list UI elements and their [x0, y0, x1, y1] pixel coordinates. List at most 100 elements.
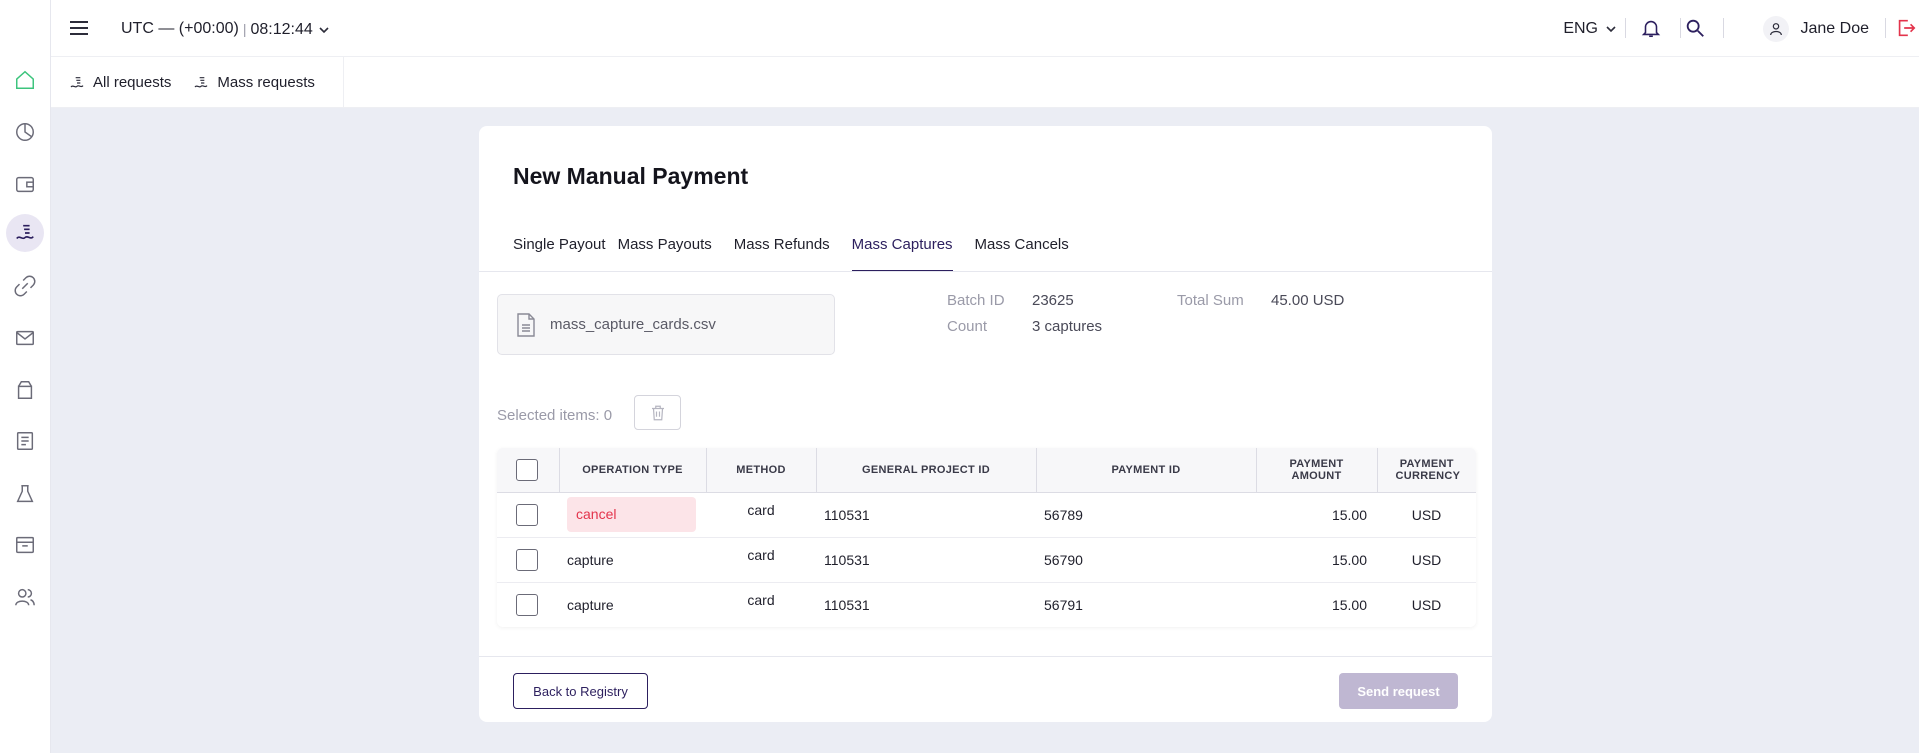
timezone-label: UTC — (+00:00) — [121, 19, 239, 37]
mass-requests-label: Mass requests — [217, 74, 315, 91]
file-icon — [517, 312, 535, 337]
row-select-cell — [497, 537, 559, 583]
col-operation-type[interactable]: OPERATION TYPE — [559, 448, 707, 493]
row-select-cell — [497, 582, 559, 627]
payment-currency-cell: USD — [1377, 492, 1476, 538]
language-selector[interactable]: ENG — [1563, 20, 1618, 38]
clock-time: 08:12:44 — [250, 21, 313, 38]
mass-requests-link[interactable]: Mass requests — [193, 74, 315, 91]
table-row[interactable]: cancel card 110531 56789 15.00 USD — [497, 492, 1476, 538]
avatar — [1762, 16, 1789, 42]
chevron-down-icon — [319, 26, 329, 33]
user-icon — [1769, 23, 1782, 36]
general-project-id-cell: 110531 — [824, 596, 870, 613]
top-bar: UTC — (+00:00) | 08:12:44 ENG Jane Doe — [51, 0, 1919, 57]
clock-separator: | — [242, 20, 247, 37]
payment-id-cell: 56789 — [1036, 492, 1256, 538]
tab-mass-refunds[interactable]: Mass Refunds — [734, 236, 830, 272]
general-project-id-cell: 110531 — [816, 537, 1036, 583]
col-payment-id[interactable]: PAYMENT ID — [1036, 448, 1257, 493]
sidebar-item-reports[interactable] — [6, 422, 44, 460]
total-sum: 45.00 USD — [1271, 292, 1345, 309]
method-cell: card — [706, 537, 816, 583]
col-general-project-id[interactable]: GENERAL PROJECT ID — [816, 448, 1037, 493]
sidebar-item-analytics[interactable] — [6, 113, 44, 151]
search-icon[interactable] — [1684, 17, 1706, 39]
tab-mass-captures[interactable]: Mass Captures — [851, 236, 953, 272]
send-request-button[interactable]: Send request — [1339, 673, 1458, 709]
operation-type-cell: cancel — [559, 492, 706, 538]
home-icon — [16, 70, 34, 89]
tab-mass-cancels[interactable]: Mass Cancels — [975, 236, 1069, 272]
payment-currency-cell: USD — [1377, 537, 1476, 583]
count: 3 captures — [1032, 318, 1103, 335]
select-all-cell — [497, 448, 560, 493]
row-select-cell — [497, 492, 559, 538]
selected-items-count: Selected items: 0 — [497, 407, 613, 424]
divider — [1723, 18, 1724, 38]
sidebar-item-payouts[interactable] — [6, 214, 44, 252]
batch-id-value: 23625 — [1032, 292, 1074, 309]
sidebar-item-lab[interactable] — [6, 475, 44, 513]
operation-type-cell: capture — [559, 537, 706, 583]
bell-icon[interactable] — [1640, 17, 1662, 39]
batch-id-key: Batch ID — [947, 292, 1005, 309]
all-requests-link[interactable]: All requests — [69, 74, 171, 91]
method-cell: card — [747, 591, 775, 608]
payment-amount-cell: 15.00 — [1256, 537, 1377, 583]
timezone-selector[interactable]: UTC — (+00:00) | 08:12:44 — [121, 18, 331, 39]
payment-currency-cell: USD — [1411, 596, 1442, 613]
col-payment-amount[interactable]: PAYMENT AMOUNT — [1256, 448, 1378, 493]
sidebar-item-shop[interactable] — [6, 371, 44, 409]
sidebar-item-mail[interactable] — [6, 319, 44, 357]
sidebar — [0, 0, 51, 753]
flask-icon — [16, 485, 34, 503]
sidebar-item-home[interactable] — [6, 61, 44, 99]
trash-icon — [651, 405, 664, 420]
col-payment-currency[interactable]: PAYMENT CURRENCY — [1377, 448, 1476, 493]
row-checkbox[interactable] — [516, 548, 538, 571]
payment-amount-cell: 15.00 — [1256, 492, 1377, 538]
sidebar-item-links[interactable] — [6, 267, 44, 305]
select-all-checkbox[interactable] — [516, 458, 538, 481]
tabs-divider — [479, 271, 1492, 272]
total-sum-key: Total Sum — [1177, 292, 1244, 309]
uploaded-file[interactable]: mass_capture_cards.csv — [497, 294, 835, 355]
method-cell: card — [706, 492, 816, 538]
count-label: Count — [947, 318, 987, 335]
menu-icon[interactable] — [68, 18, 90, 38]
count-value: 3 captures — [1032, 318, 1102, 335]
operation-type-error[interactable]: cancel — [567, 497, 696, 532]
logout-icon[interactable] — [1895, 17, 1917, 39]
batch-id: 23625 — [1032, 292, 1074, 309]
payment-amount-cell: 15.00 — [1331, 596, 1367, 613]
sidebar-item-archive[interactable] — [6, 526, 44, 564]
new-manual-payment-card: New Manual Payment Single Payout Mass Pa… — [479, 126, 1492, 722]
payouts-icon — [16, 224, 34, 240]
all-requests-label: All requests — [93, 74, 172, 91]
archive-icon — [16, 536, 34, 554]
user-menu[interactable]: Jane Doe — [1762, 16, 1870, 42]
row-checkbox[interactable] — [516, 593, 538, 616]
back-to-registry-button[interactable]: Back to Registry — [513, 673, 648, 709]
language-label: ENG — [1563, 20, 1598, 37]
sidebar-item-users[interactable] — [6, 578, 44, 616]
footer-divider — [479, 656, 1492, 657]
document-icon — [16, 432, 34, 450]
mail-icon — [16, 330, 34, 346]
tab-mass-payouts[interactable]: Mass Payouts — [618, 236, 712, 272]
delete-selected-button[interactable] — [634, 395, 681, 430]
col-method[interactable]: METHOD — [706, 448, 817, 493]
tab-single-payout[interactable]: Single Payout — [513, 236, 606, 272]
requests-icon — [70, 76, 84, 88]
users-icon — [15, 588, 35, 606]
user-name: Jane Doe — [1800, 20, 1870, 37]
sidebar-item-wallet[interactable] — [6, 165, 44, 203]
captures-table: OPERATION TYPE METHOD GENERAL PROJECT ID… — [497, 448, 1476, 627]
payment-tabs: Single Payout Mass Payouts Mass Refunds … — [513, 236, 1091, 272]
row-checkbox[interactable] — [516, 503, 538, 526]
divider — [1885, 18, 1886, 38]
operation-type-cell: capture — [567, 596, 614, 613]
table-row[interactable]: capture card 110531 56790 15.00 USD — [497, 537, 1476, 583]
table-row[interactable]: capture card 110531 56791 15.00 USD — [497, 582, 1476, 627]
